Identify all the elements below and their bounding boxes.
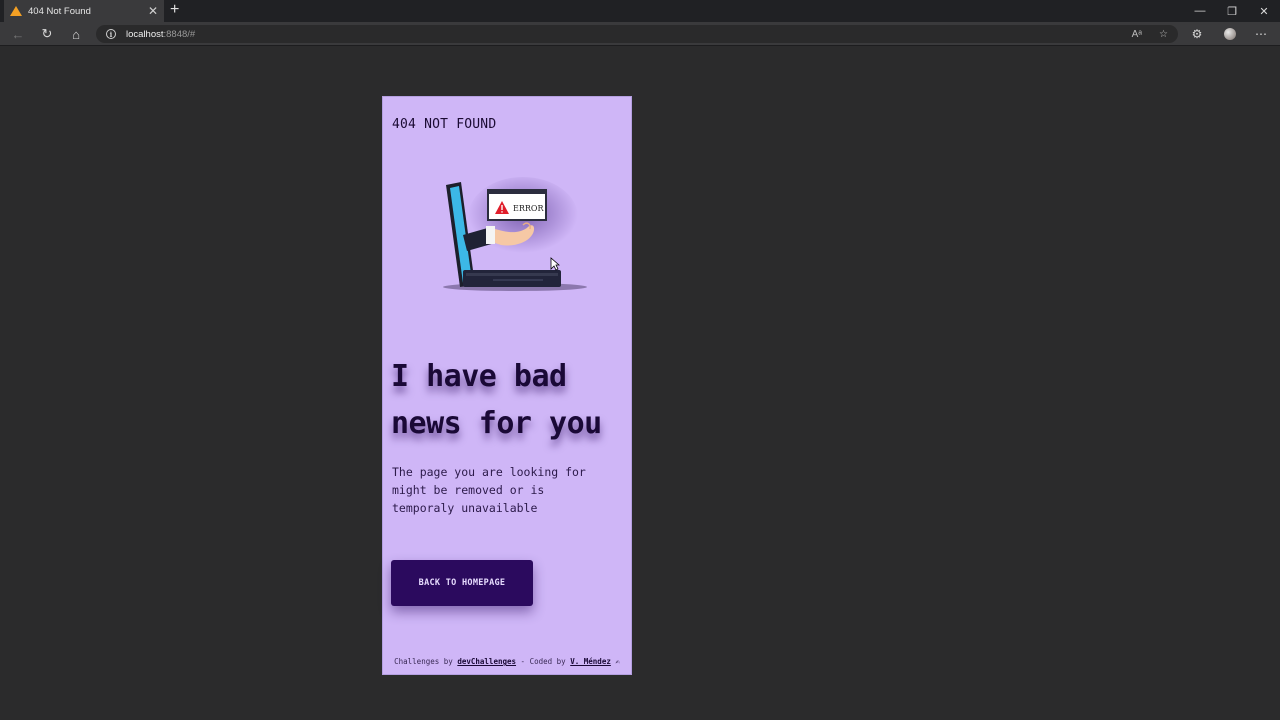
new-tab-button[interactable]: +: [170, 2, 179, 18]
close-window-icon[interactable]: ✕: [1248, 0, 1280, 22]
home-icon[interactable]: ⌂: [66, 24, 86, 44]
devchallenges-link[interactable]: devChallenges: [457, 657, 516, 666]
page-card: 404 NOT FOUND ERROR I have bad news for: [382, 96, 632, 675]
restore-icon[interactable]: ❐: [1216, 0, 1248, 22]
page-headline: I have bad news for you: [391, 359, 602, 441]
minimize-icon[interactable]: —: [1184, 0, 1216, 22]
reload-icon[interactable]: ↻: [37, 24, 57, 44]
more-menu-icon[interactable]: ⋯: [1251, 24, 1271, 44]
error-popup-text: ERROR: [513, 204, 544, 213]
url-host: localhost: [126, 28, 164, 40]
tab-title: 404 Not Found: [28, 5, 91, 17]
browser-tab[interactable]: 404 Not Found ✕: [4, 0, 164, 22]
author-link[interactable]: V. Méndez: [570, 657, 611, 666]
address-bar[interactable]: i localhost :8848/# Aᵃ ☆: [96, 25, 1178, 43]
page-subtext: The page you are looking for might be re…: [392, 465, 586, 515]
read-aloud-icon[interactable]: Aᵃ: [1132, 25, 1142, 43]
back-to-homepage-button[interactable]: BACK TO HOMEPAGE: [391, 560, 533, 606]
warning-icon: [10, 6, 22, 16]
footer-prefix: Challenges by: [394, 657, 458, 666]
profile-icon[interactable]: [1220, 24, 1240, 44]
back-icon[interactable]: ←: [8, 24, 28, 44]
close-tab-icon[interactable]: ✕: [148, 5, 158, 17]
mouse-cursor-icon: [550, 257, 560, 271]
url-path: :8848/#: [163, 28, 196, 40]
error-illustration: ERROR: [443, 177, 587, 291]
tab-bar: 404 Not Found ✕ + — ❐ ✕: [0, 0, 1280, 22]
footer-middle: - Coded by: [516, 657, 571, 666]
info-icon[interactable]: i: [106, 29, 116, 39]
writing-hand-icon: ✍: [615, 657, 620, 666]
favorite-icon[interactable]: ☆: [1159, 25, 1168, 43]
page-footer: Challenges by devChallenges - Coded by V…: [383, 657, 631, 666]
browser-toolbar: ← ↻ ⌂ i localhost :8848/# Aᵃ ☆ ⚙ ⋯: [0, 22, 1280, 46]
window-controls: — ❐ ✕: [1184, 0, 1280, 22]
extensions-icon[interactable]: ⚙: [1187, 24, 1207, 44]
page-brand: 404 NOT FOUND: [392, 117, 497, 132]
